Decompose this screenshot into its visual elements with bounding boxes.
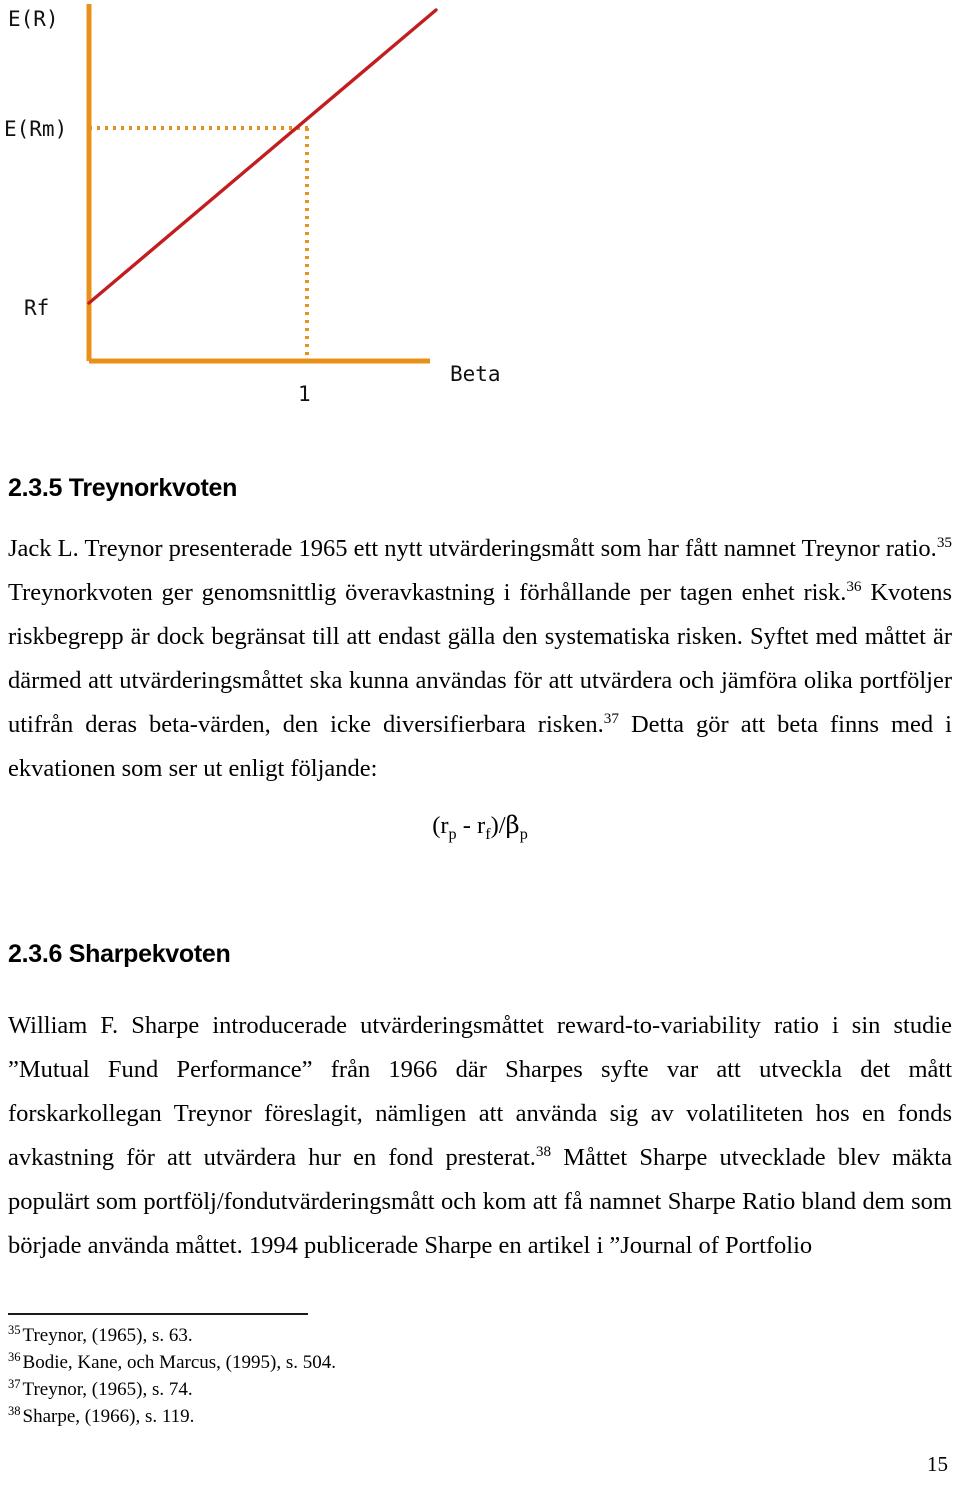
footnote-marker: 38 [8,1403,21,1418]
x-axis-label: Beta [450,362,501,386]
footnote-separator-rule [8,1313,308,1315]
market-return-label: E(Rm) [4,117,67,141]
security-market-line [87,8,438,305]
treynor-ratio-formula: (rp - rf)/βp [432,810,528,843]
section-heading-sharpekvoten: 2.3.6 Sharpekvoten [8,940,231,968]
footnote-text: Treynor, (1965), s. 74. [22,1379,193,1400]
footnote-marker: 37 [8,1376,21,1391]
footnote-list: 35 Treynor, (1965), s. 63. 36 Bodie, Kane,… [8,1322,608,1430]
footnote-item: 38 Sharpe, (1966), s. 119. [8,1403,608,1430]
footnote-marker: 35 [8,1322,21,1337]
document-page: E(R) E(Rm) Rf Beta 1 2.3.5 Treynorkvoten… [0,0,960,1497]
footnote-item: 37 Treynor, (1965), s. 74. [8,1376,608,1403]
footnote-text: Treynor, (1965), s. 63. [22,1325,193,1346]
risk-free-rate-label: Rf [24,296,49,320]
beta-one-tick-label: 1 [298,382,311,406]
footnote-marker: 36 [8,1349,21,1364]
paragraph-treynorkvoten: Jack L. Treynor presenterade 1965 ett ny… [8,533,952,782]
footnote-item: 35 Treynor, (1965), s. 63. [8,1322,608,1349]
footnote-text: Sharpe, (1966), s. 119. [22,1406,195,1427]
footnote-text: Bodie, Kane, och Marcus, (1995), s. 504. [22,1352,336,1373]
page-number: 15 [927,1452,948,1476]
y-axis-label: E(R) [8,7,59,31]
section-heading-treynorkvoten: 2.3.5 Treynorkvoten [8,474,238,502]
paragraph-sharpekvoten: William F. Sharpe introducerade utvärder… [8,1012,952,1259]
security-market-line-figure: E(R) E(Rm) Rf Beta 1 [0,0,560,430]
footnote-item: 36 Bodie, Kane, och Marcus, (1995), s. 50… [8,1349,608,1376]
